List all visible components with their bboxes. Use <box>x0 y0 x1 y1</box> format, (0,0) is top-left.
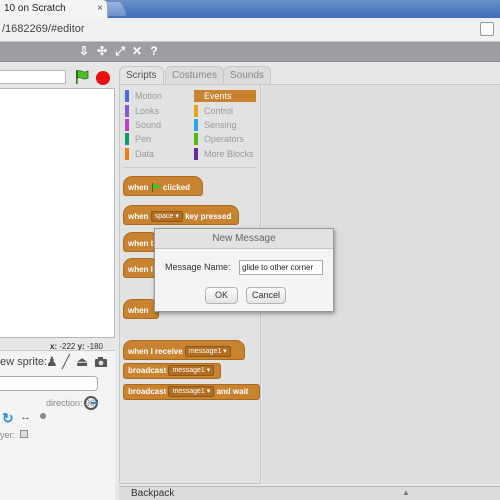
block-text: when t <box>128 239 154 248</box>
category-control[interactable]: Control <box>194 105 256 117</box>
shrink-icon[interactable]: ✕ <box>130 44 144 58</box>
category-label: Motion <box>135 91 163 101</box>
dropdown-value: message1 <box>172 388 205 396</box>
green-flag-icon[interactable] <box>74 69 90 85</box>
direction-label: direction: <box>46 398 83 408</box>
dropdown-value: message1 <box>172 367 205 375</box>
show-in-player-checkbox[interactable] <box>20 430 28 438</box>
stop-icon[interactable] <box>96 71 110 85</box>
address-bar[interactable]: /1682269/#editor <box>0 18 500 42</box>
category-pen[interactable]: Pen <box>125 133 187 145</box>
new-sprite-label: ew sprite: <box>0 356 48 368</box>
category-label: Looks <box>135 106 160 116</box>
camera-icon[interactable] <box>94 356 108 368</box>
block-text: broadcast <box>128 366 167 375</box>
category-label: More Blocks <box>204 149 254 159</box>
block-text: and wait <box>216 387 249 396</box>
category-operators[interactable]: Operators <box>194 133 256 145</box>
block-text: broadcast <box>128 387 167 396</box>
dialog-title: New Message <box>155 229 333 249</box>
category-looks[interactable]: Looks <box>125 105 187 117</box>
expand-arrow-icon[interactable]: ▲ <box>402 488 410 497</box>
message-name-input[interactable] <box>239 260 323 275</box>
browser-tab[interactable]: 10 on Scratch × <box>0 0 108 18</box>
dont-rotate-icon[interactable] <box>40 413 46 419</box>
show-in-player-label: yer: <box>0 430 16 440</box>
category-events[interactable]: Events <box>194 90 256 102</box>
when-i-receive-block[interactable]: when I receive message1 ▾ <box>123 340 245 360</box>
category-label: Events <box>204 91 232 101</box>
when-key-pressed-block[interactable]: when space ▾ key pressed <box>123 205 239 225</box>
block-text: clicked <box>162 183 191 192</box>
green-flag-icon <box>151 183 160 193</box>
category-label: Sound <box>135 120 162 130</box>
category-data[interactable]: Data <box>125 148 187 160</box>
direction-dial-icon[interactable] <box>84 396 98 410</box>
category-label: Operators <box>204 134 245 144</box>
sprite-library-icon[interactable]: ♟ <box>46 354 58 370</box>
category-label: Pen <box>135 134 152 144</box>
block-text: when I receive <box>128 347 183 356</box>
new-message-dialog: New Message Message Name: OK Cancel <box>154 228 334 312</box>
rotate-all-around-icon[interactable]: ↻ <box>2 410 14 427</box>
sprite-name-field[interactable] <box>0 376 98 391</box>
block-text: when I <box>128 265 153 274</box>
block-text: when <box>128 183 149 192</box>
category-label: Sensing <box>204 120 237 130</box>
browser-tab-title: 10 on Scratch <box>4 3 66 14</box>
category-sensing[interactable]: Sensing <box>194 119 256 131</box>
paint-icon[interactable]: ╱ <box>62 354 70 370</box>
stage-canvas[interactable] <box>0 88 115 338</box>
backpack-bar[interactable] <box>119 486 500 500</box>
block-text: key pressed <box>185 212 232 221</box>
block-text: when <box>128 306 149 315</box>
broadcast-block[interactable]: broadcast message1 ▾ <box>123 363 221 379</box>
tab-costumes[interactable]: Costumes <box>165 66 225 84</box>
tab-scripts[interactable]: Scripts <box>119 66 164 84</box>
message-dropdown[interactable]: message1 ▾ <box>168 386 215 398</box>
project-title-field[interactable] <box>0 70 66 84</box>
dropdown-value: message1 <box>188 348 222 356</box>
dropdown-value: space <box>154 213 174 221</box>
category-motion[interactable]: Motion <box>125 90 187 102</box>
category-label: Control <box>204 106 234 116</box>
backpack-label: Backpack <box>131 488 175 499</box>
bookmark-icon[interactable] <box>480 22 494 36</box>
message-name-label: Message Name: <box>165 262 231 272</box>
ok-button[interactable]: OK <box>205 287 238 304</box>
scratch-toolbar: ⇩ ✣ ⤢ ✕ ? <box>0 42 500 62</box>
category-sound[interactable]: Sound <box>125 119 187 131</box>
url-text: /1682269/#editor <box>2 23 85 35</box>
grow-icon[interactable]: ⤢ <box>113 44 127 58</box>
when-flag-clicked-block[interactable]: when clicked <box>123 176 203 196</box>
tab-sounds[interactable]: Sounds <box>223 66 271 84</box>
upload-icon[interactable]: ⇩ <box>77 44 91 58</box>
upload-sprite-icon[interactable]: ⏏ <box>76 354 88 370</box>
message-dropdown[interactable]: message1 ▾ <box>168 365 215 377</box>
cancel-button[interactable]: Cancel <box>246 287 286 304</box>
broadcast-and-wait-block[interactable]: broadcast message1 ▾ and wait <box>123 384 260 400</box>
palette-divider <box>123 167 257 168</box>
sprite-panel <box>0 350 115 500</box>
left-right-icon[interactable]: ↔ <box>20 411 31 423</box>
close-icon[interactable]: × <box>97 3 103 14</box>
help-icon[interactable]: ? <box>147 44 161 58</box>
key-dropdown[interactable]: space ▾ <box>150 211 183 223</box>
category-label: Data <box>135 149 155 159</box>
block-text: when <box>128 212 149 221</box>
browser-tab-bar: 10 on Scratch × <box>0 0 500 18</box>
message-dropdown[interactable]: message1 ▾ <box>184 346 231 358</box>
category-more-blocks[interactable]: More Blocks <box>194 148 256 160</box>
duplicate-icon[interactable]: ✣ <box>95 44 109 58</box>
